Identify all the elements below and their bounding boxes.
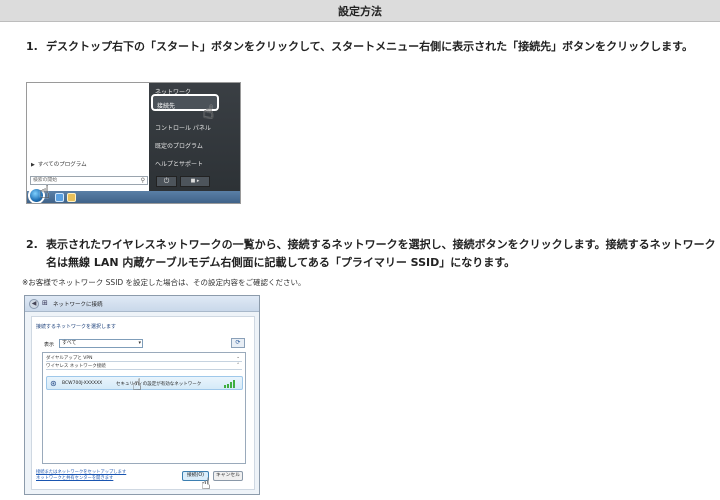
section-title: 設定方法 [338, 4, 382, 18]
note-text: ※お客様でネットワーク SSID を設定した場合は、その設定内容をご確認ください… [22, 278, 306, 287]
dialog-title: ネットワークに接続 [53, 302, 103, 308]
divider [46, 361, 242, 362]
start-menu-screenshot: ネットワーク 接続先 コントロール パネル 既定のプログラム ヘルプとサポート … [26, 82, 241, 204]
mouse-pointer-icon: ☝ [201, 474, 211, 493]
network-sharing-center-link[interactable]: ネットワークと共有センターを開きます [36, 476, 126, 482]
folder-icon[interactable] [67, 193, 76, 202]
signal-strength-icon [224, 380, 236, 388]
network-ssid: BCW700J-XXXXXX [62, 381, 103, 386]
browser-icon[interactable] [55, 193, 64, 202]
step-number: 1. [26, 40, 38, 53]
back-arrow-icon[interactable]: ◀ [29, 299, 39, 309]
step-1: 1. デスクトップ右下の「スタート」ボタンをクリックして、スタートメニュー右側に… [26, 38, 716, 56]
step-text: 表示されたワイヤレスネットワークの一覧から、接続するネットワークを選択し、接続ボ… [46, 238, 716, 269]
all-programs[interactable]: ▶ すべてのプログラム [31, 160, 87, 168]
network-list: ダイヤルアップと VPN ⌄ ワイヤレス ネットワーク接続 ⌃ ⊛ BCW700… [42, 352, 246, 464]
power-controls: ⏻ ■ ▸ [156, 176, 211, 187]
cancel-button[interactable]: キャンセル [213, 471, 243, 481]
menu-item-help-support[interactable]: ヘルプとサポート [155, 159, 203, 168]
show-label: 表示 [44, 342, 55, 348]
network-security: セキュリティの設定が有効なネットワーク [116, 382, 202, 387]
menu-item-default-programs[interactable]: 既定のプログラム [155, 141, 203, 150]
chevron-down-icon: ⌄ [236, 355, 240, 360]
right-triangle-icon: ▶ [31, 162, 35, 168]
chevron-up-icon: ⌃ [236, 363, 240, 368]
lock-arrow-button[interactable]: ■ ▸ [180, 176, 210, 187]
refresh-icon[interactable]: ⟳ [231, 338, 245, 348]
dialog-body: 接続するネットワークを選択します 表示 すべて ▾ ⟳ ダイヤルアップと VPN… [31, 316, 255, 490]
select-network-prompt: 接続するネットワークを選択します [36, 324, 117, 330]
step-number: 2. [26, 238, 38, 251]
section-header: 設定方法 [0, 0, 720, 22]
connect-network-screenshot: ◀ ⊞ ネットワークに接続 接続するネットワークを選択します 表示 すべて ▾ … [24, 295, 260, 495]
mouse-pointer-icon: ☝ [39, 182, 50, 203]
show-filter-value: すべて [62, 340, 77, 346]
mouse-pointer-icon: ☝ [203, 102, 214, 123]
search-icon: ⚲ [140, 177, 145, 184]
start-menu-right-pane: ネットワーク 接続先 コントロール パネル 既定のプログラム ヘルプとサポート [149, 83, 240, 191]
mouse-pointer-icon: ☝ [132, 375, 142, 394]
network-icon: ⊞ [42, 299, 48, 307]
dialog-links: 接続またはネットワークをセットアップします ネットワークと共有センターを開きます [36, 470, 126, 482]
power-icon[interactable]: ⏻ [156, 176, 177, 187]
network-row-selected[interactable]: ⊛ BCW700J-XXXXXX セキュリティの設定が有効なネットワーク [46, 376, 243, 390]
show-filter-select[interactable]: すべて ▾ [59, 339, 143, 348]
menu-item-control-panel[interactable]: コントロール パネル [155, 123, 211, 132]
chevron-down-icon: ▾ [138, 340, 141, 346]
all-programs-label: すべてのプログラム [37, 162, 87, 168]
wireless-network-icon: ⊛ [50, 379, 57, 388]
dialog-titlebar: ◀ ⊞ ネットワークに接続 [25, 296, 259, 312]
step-2: 2. 表示されたワイヤレスネットワークの一覧から、接続するネットワークを選択し、… [26, 236, 716, 272]
start-menu-left-pane [27, 83, 149, 191]
step-text: デスクトップ右下の「スタート」ボタンをクリックして、スタートメニュー右側に表示さ… [46, 40, 694, 53]
divider [46, 369, 242, 370]
